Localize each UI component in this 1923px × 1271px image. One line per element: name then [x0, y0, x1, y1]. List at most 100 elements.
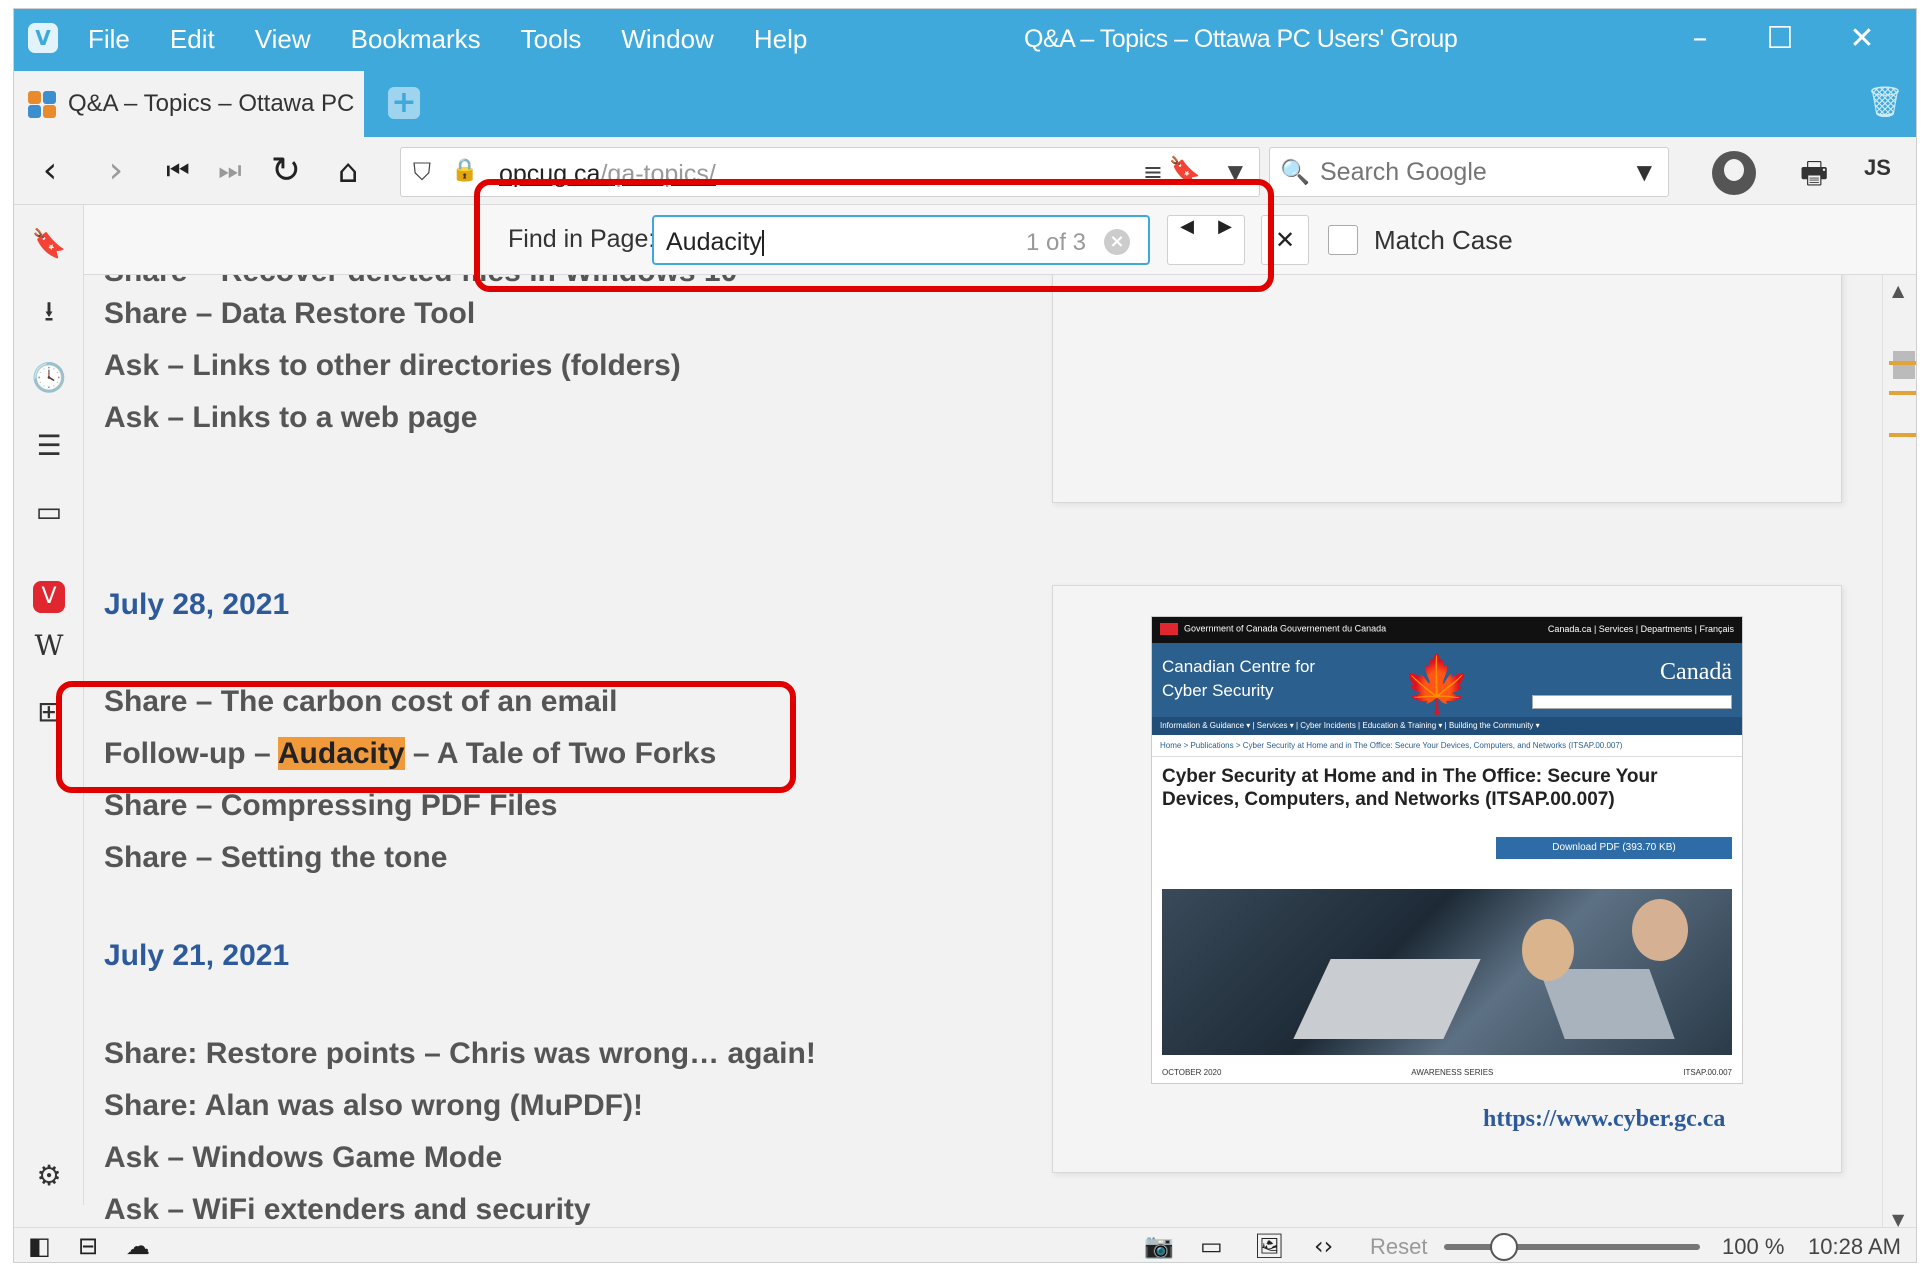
search-icon: 🔍 [1280, 158, 1310, 186]
zoom-reset-button[interactable]: Reset [1370, 1234, 1427, 1260]
fast-forward-button[interactable]: ⏭ [206, 147, 254, 195]
site-breadcrumb: Home > Publications > Cyber Security at … [1152, 735, 1742, 757]
url-text[interactable]: opcug.ca/qa-topics/ [499, 160, 716, 189]
sync-cloud-icon[interactable]: ☁ [126, 1232, 150, 1260]
address-dropdown-icon[interactable]: ▼ [1228, 160, 1243, 184]
maximize-button[interactable]: ☐ [1740, 9, 1820, 69]
clear-find-icon[interactable]: × [1104, 229, 1130, 255]
reload-button[interactable]: ↻ [262, 147, 310, 195]
menu-edit[interactable]: Edit [170, 9, 215, 69]
images-toggle-icon[interactable]: 🖼 [1254, 1232, 1284, 1260]
topic-link[interactable]: Ask – Links to a web page [104, 401, 477, 435]
find-input[interactable]: Audacity 1 of 3 × [652, 215, 1150, 265]
new-tab-button[interactable]: + [388, 87, 420, 119]
topic-link[interactable]: Share – Recover deleted files in Windows… [104, 275, 737, 289]
find-label: Find in Page: [508, 225, 656, 253]
find-next-button[interactable]: ▶ [1206, 216, 1244, 264]
search-input[interactable] [1320, 156, 1610, 188]
scroll-up-arrow-icon[interactable]: ▲ [1892, 281, 1904, 300]
page-actions-icon[interactable]: ‹› [1314, 1232, 1333, 1260]
menu-bar: File Edit View Bookmarks Tools Window He… [88, 9, 847, 69]
menu-view[interactable]: View [255, 9, 311, 69]
reader-view-icon[interactable]: ≡ [1143, 158, 1163, 186]
vertical-scrollbar[interactable]: ▲ ▼ [1882, 275, 1916, 1235]
zoom-slider-knob[interactable] [1490, 1233, 1518, 1261]
find-match-marker [1889, 391, 1916, 395]
shield-icon[interactable]: ⛉ [413, 158, 431, 186]
window-title: Q&A – Topics – Ottawa PC Users' Group [1024, 25, 1458, 53]
tab-active[interactable]: Q&A – Topics – Ottawa PC [14, 71, 364, 137]
site-favicon-icon [28, 89, 58, 119]
zoom-level: 100 % [1722, 1234, 1785, 1259]
capture-camera-icon[interactable]: 📷 [1144, 1232, 1174, 1260]
topic-link[interactable]: Share: Restore points – Chris was wrong…… [104, 1037, 816, 1071]
tab-tiling-icon[interactable]: ⊟ [78, 1232, 98, 1260]
profile-icon[interactable] [1712, 151, 1756, 195]
cyber-centre-screenshot[interactable]: Government of Canada Gouvernement du Can… [1151, 616, 1743, 1084]
close-window-button[interactable]: ✕ [1822, 9, 1902, 69]
wikipedia-panel-icon[interactable]: W [28, 625, 70, 667]
back-button[interactable]: ‹ [26, 147, 74, 195]
downloads-panel-icon[interactable]: ⭳ [28, 291, 70, 333]
cyber-centre-header: Canadian Centre for Cyber Security 🍁 Can… [1152, 643, 1742, 717]
zoom-slider[interactable] [1444, 1233, 1700, 1261]
notes-panel-icon[interactable]: ☰ [28, 425, 70, 467]
printer-icon[interactable]: 🖶 [1800, 151, 1828, 202]
trash-icon[interactable]: 🗑 [1866, 85, 1904, 121]
topic-link[interactable]: Share – Data Restore Tool [104, 297, 475, 331]
js-toggle-button[interactable]: JS [1864, 155, 1891, 181]
topic-link[interactable]: Share: Alan was also wrong (MuPDF)! [104, 1089, 643, 1123]
minimize-button[interactable]: – [1660, 9, 1740, 69]
search-field[interactable]: 🔍 ▼ [1269, 147, 1669, 197]
topic-link[interactable]: Share – Setting the tone [104, 841, 447, 875]
menu-window[interactable]: Window [621, 9, 713, 69]
close-find-button[interactable]: ✕ [1261, 215, 1309, 265]
date-heading: July 21, 2021 [104, 939, 290, 972]
download-pdf-button: Download PDF (393.70 KB) [1496, 837, 1732, 859]
find-navigation: ◀ ▶ [1167, 215, 1245, 265]
window-panel-icon[interactable]: ▭ [28, 491, 70, 533]
canada-flag-icon [1160, 623, 1178, 635]
menu-tools[interactable]: Tools [521, 9, 582, 69]
maple-leaf-icon: 🍁 [1402, 652, 1472, 717]
page-tiling-icon[interactable]: ▭ [1200, 1232, 1223, 1260]
settings-gear-icon[interactable]: ⚙ [28, 1155, 70, 1197]
site-menu: Information & Guidance ▾ | Services ▾ | … [1152, 717, 1742, 735]
find-in-page-bar: Find in Page: Audacity 1 of 3 × ◀ ▶ ✕ Ma… [84, 205, 1916, 275]
find-previous-button[interactable]: ◀ [1168, 216, 1206, 264]
match-case-checkbox[interactable] [1328, 225, 1358, 255]
forward-button[interactable]: › [92, 147, 140, 195]
scroll-thumb[interactable] [1893, 351, 1915, 379]
search-highlight: Audacity [277, 737, 405, 770]
topic-link[interactable]: Share – Compressing PDF Files [104, 789, 557, 823]
match-case-label[interactable]: Match Case [1374, 225, 1513, 256]
bookmarks-panel-icon[interactable]: 🔖 [28, 223, 70, 265]
topic-link[interactable]: Ask – Windows Game Mode [104, 1141, 502, 1175]
menu-bookmarks[interactable]: Bookmarks [351, 9, 481, 69]
topic-link[interactable]: Share – The carbon cost of an email [104, 685, 618, 719]
find-query: Audacity [666, 228, 762, 256]
history-panel-icon[interactable]: 🕓 [28, 357, 70, 399]
rewind-button[interactable]: ⏮ [154, 147, 202, 195]
topic-link[interactable]: Ask – WiFi extenders and security [104, 1193, 591, 1227]
bookmark-page-icon[interactable]: 🔖 [1169, 156, 1201, 186]
tab-bar: Q&A – Topics – Ottawa PC + 🗑 [14, 69, 1916, 137]
panel-toggle-icon[interactable]: ◧ [28, 1232, 51, 1260]
title-bar: V File Edit View Bookmarks Tools Window … [14, 9, 1916, 69]
people-laptop-photo [1162, 889, 1732, 1055]
address-toolbar: ‹ › ⏮ ⏭ ↻ ⌂ ⛉ 🔒 opcug.ca/qa-topics/ ≡ 🔖 … [14, 137, 1916, 205]
menu-help[interactable]: Help [754, 9, 807, 69]
vivaldi-web-panel-icon[interactable]: V [33, 581, 65, 613]
home-button[interactable]: ⌂ [324, 147, 372, 195]
card-url[interactable]: https://www.cyber.gc.ca [1483, 1106, 1725, 1133]
gov-banner: Government of Canada Gouvernement du Can… [1152, 617, 1742, 643]
clock: 10:28 AM [1808, 1234, 1901, 1259]
menu-file[interactable]: File [88, 9, 130, 69]
topic-link[interactable]: Ask – Links to other directories (folder… [104, 349, 681, 383]
add-web-panel-icon[interactable]: ⊞ [28, 691, 70, 733]
vivaldi-menu-icon[interactable]: V [28, 23, 58, 53]
search-engine-dropdown-icon[interactable]: ▼ [1637, 160, 1652, 184]
lock-icon[interactable]: 🔒 [451, 158, 478, 183]
address-field[interactable]: ⛉ 🔒 opcug.ca/qa-topics/ ≡ 🔖 ▼ [400, 147, 1260, 197]
topic-link-highlighted[interactable]: Follow-up – Audacity – A Tale of Two For… [104, 737, 716, 771]
